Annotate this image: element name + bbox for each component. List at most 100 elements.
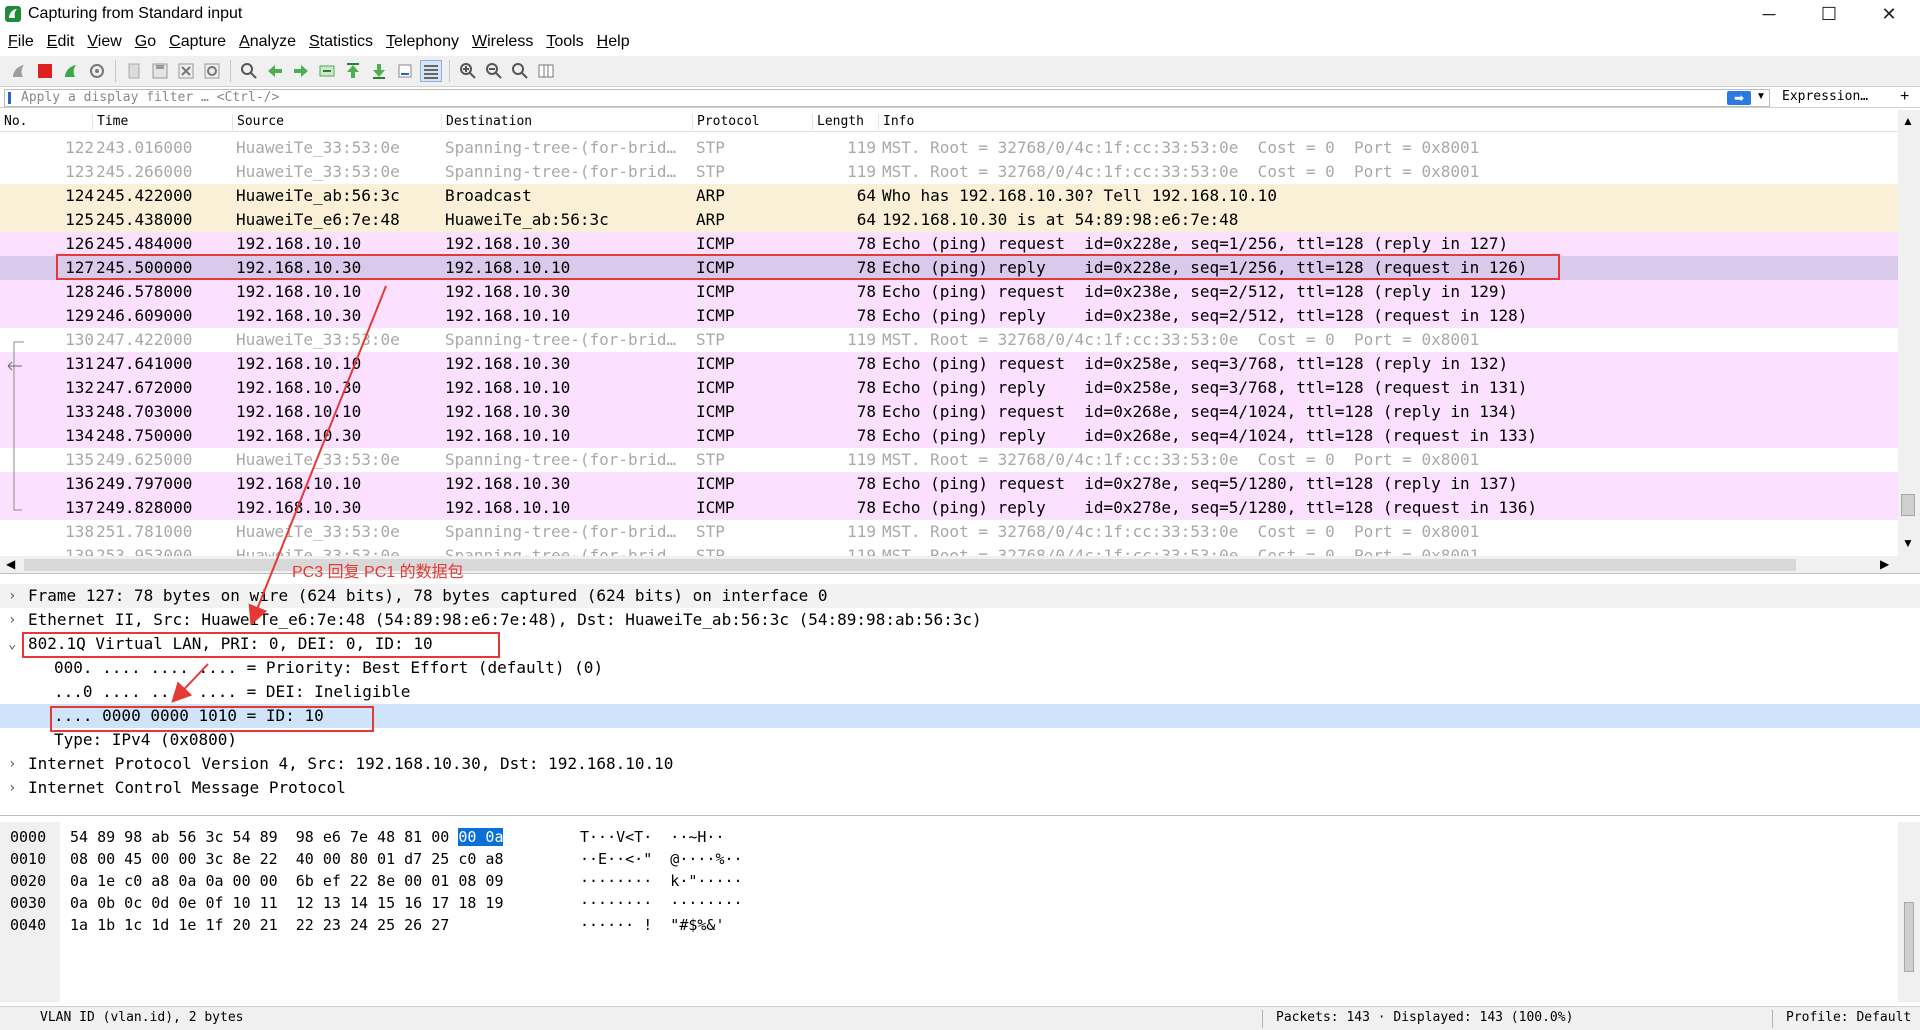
hex-ascii[interactable]: T···V<T· ··~H··	[580, 826, 725, 848]
close-button[interactable]: ✕	[1860, 0, 1918, 28]
hex-ascii[interactable]: ··E··<·" @····%··	[580, 848, 743, 870]
display-filter-input[interactable]: Apply a display filter … <Ctrl-/>	[4, 89, 1770, 107]
hex-row[interactable]: 0010 08 00 45 00 00 3c 8e 22 40 00 80 01 …	[0, 848, 1880, 870]
apply-filter-button[interactable]: ➡	[1727, 91, 1751, 105]
chevron-right-icon[interactable]: ›	[8, 584, 16, 608]
packet-row[interactable]: 132 247.672000 192.168.10.30 192.168.10.10 I…	[0, 376, 1898, 400]
chevron-down-icon[interactable]: ⌄	[8, 632, 16, 656]
menu-edit[interactable]: Edit	[47, 33, 75, 51]
packet-row[interactable]: 124 245.422000 HuaweiTe_ab:56:3c Broadcast A…	[0, 184, 1898, 208]
bytes-pane-scrollbar[interactable]	[1898, 822, 1920, 1002]
packet-row[interactable]: 134 248.750000 192.168.10.30 192.168.10.10 I…	[0, 424, 1898, 448]
packet-row[interactable]: 131 247.641000 192.168.10.10 192.168.10.30 I…	[0, 352, 1898, 376]
packet-row[interactable]: 138 251.781000 HuaweiTe_33:53:0e Spanning-t…	[0, 520, 1898, 544]
packet-row[interactable]: 137 249.828000 192.168.10.30 192.168.10.10 I…	[0, 496, 1898, 520]
zoom-normal-icon[interactable]	[509, 60, 531, 82]
open-file-icon[interactable]	[123, 60, 145, 82]
expression-button[interactable]: Expression…	[1782, 89, 1868, 104]
scroll-down-icon[interactable]: ▼	[1902, 536, 1914, 550]
column-header-time[interactable]: Time	[92, 114, 128, 130]
chevron-right-icon[interactable]: ›	[8, 752, 16, 776]
menu-view[interactable]: View	[87, 33, 121, 51]
detail-tree-item[interactable]: › Internet Protocol Version 4, Src: 192.1…	[0, 752, 1920, 776]
hex-ascii[interactable]: ········ ········	[580, 892, 743, 914]
packet-row[interactable]: 126 245.484000 192.168.10.10 192.168.10.30 I…	[0, 232, 1898, 256]
column-header-length[interactable]: Length	[812, 114, 864, 130]
hex-bytes[interactable]: 0a 1e c0 a8 0a 0a 00 00 6b ef 22 8e 00 0…	[70, 870, 503, 892]
hex-bytes[interactable]: 0a 0b 0c 0d 0e 0f 10 11 12 13 14 15 16 1…	[70, 892, 503, 914]
close-file-icon[interactable]	[175, 60, 197, 82]
menu-help[interactable]: Help	[597, 33, 630, 51]
packet-row[interactable]: 133 248.703000 192.168.10.10 192.168.10.30 I…	[0, 400, 1898, 424]
chevron-right-icon[interactable]: ›	[8, 776, 16, 800]
packet-list-scrollbar[interactable]: ▲ ▼	[1898, 110, 1920, 573]
packet-row[interactable]: 136 249.797000 192.168.10.10 192.168.10.30 I…	[0, 472, 1898, 496]
hex-row[interactable]: 0000 54 89 98 ab 56 3c 54 89 98 e6 7e 48 …	[0, 826, 1880, 848]
detail-tree-item[interactable]: ...0 .... .... .... = DEI: Ineligible	[0, 680, 1920, 704]
menu-go[interactable]: Go	[135, 33, 156, 51]
go-back-icon[interactable]	[264, 60, 286, 82]
packet-row[interactable]: 123 245.266000 HuaweiTe_33:53:0e Spanning-t…	[0, 160, 1898, 184]
packet-cell-len: 64	[856, 186, 876, 205]
go-to-packet-icon[interactable]	[316, 60, 338, 82]
column-header-destination[interactable]: Destination	[441, 114, 532, 130]
resize-columns-icon[interactable]	[535, 60, 557, 82]
reload-icon[interactable]	[201, 60, 223, 82]
packet-row[interactable]: 128 246.578000 192.168.10.10 192.168.10.30 I…	[0, 280, 1898, 304]
filter-history-dropdown-icon[interactable]: ▼	[1756, 91, 1766, 102]
hex-ascii[interactable]: ········ k·"·····	[580, 870, 743, 892]
zoom-in-icon[interactable]	[457, 60, 479, 82]
maximize-button[interactable]: ☐	[1800, 0, 1858, 28]
scroll-left-icon[interactable]: ◀	[6, 557, 15, 571]
capture-options-icon[interactable]	[86, 60, 108, 82]
chevron-right-icon[interactable]: ›	[8, 608, 16, 632]
menu-statistics[interactable]: Statistics	[309, 33, 373, 51]
autoscroll-icon[interactable]	[394, 60, 416, 82]
shark-fin-start-icon[interactable]	[8, 60, 30, 82]
column-header-source[interactable]: Source	[232, 114, 284, 130]
hex-row[interactable]: 0030 0a 0b 0c 0d 0e 0f 10 11 12 13 14 15 …	[0, 892, 1880, 914]
hex-row[interactable]: 0020 0a 1e c0 a8 0a 0a 00 00 6b ef 22 8e …	[0, 870, 1880, 892]
filter-bookmark-icon[interactable]	[8, 92, 11, 104]
packet-list-hscrollbar[interactable]: ◀ ▶	[0, 556, 1898, 573]
zoom-out-icon[interactable]	[483, 60, 505, 82]
go-forward-icon[interactable]	[290, 60, 312, 82]
hex-ascii[interactable]: ······ ! "#$%&'	[580, 914, 725, 936]
column-header-protocol[interactable]: Protocol	[692, 114, 760, 130]
detail-tree-item[interactable]: › Frame 127: 78 bytes on wire (624 bits),…	[0, 584, 1920, 608]
packet-row[interactable]: 130 247.422000 HuaweiTe_33:53:0e Spanning-t…	[0, 328, 1898, 352]
menu-wireless[interactable]: Wireless	[472, 33, 533, 51]
hex-row[interactable]: 0040 1a 1b 1c 1d 1e 1f 20 21 22 23 24 25 …	[0, 914, 1880, 936]
stop-capture-icon[interactable]	[34, 60, 56, 82]
menu-capture[interactable]: Capture	[169, 33, 226, 51]
save-file-icon[interactable]	[149, 60, 171, 82]
scroll-up-icon[interactable]: ▲	[1902, 114, 1914, 128]
go-last-icon[interactable]	[368, 60, 390, 82]
add-filter-button[interactable]: +	[1900, 88, 1909, 106]
column-header-info[interactable]: Info	[878, 114, 914, 130]
restart-capture-icon[interactable]	[60, 60, 82, 82]
status-profile[interactable]: Profile: Default	[1786, 1007, 1911, 1029]
menu-tools[interactable]: Tools	[546, 33, 583, 51]
hex-bytes[interactable]: 08 00 45 00 00 3c 8e 22 40 00 80 01 d7 2…	[70, 848, 503, 870]
menu-file[interactable]: File	[8, 33, 34, 51]
scroll-right-icon[interactable]: ▶	[1880, 557, 1889, 571]
hex-bytes[interactable]: 54 89 98 ab 56 3c 54 89 98 e6 7e 48 81 0…	[70, 826, 504, 848]
detail-tree-item[interactable]: 000. .... .... .... = Priority: Best Eff…	[0, 656, 1920, 680]
go-first-icon[interactable]	[342, 60, 364, 82]
packet-row[interactable]: 125 245.438000 HuaweiTe_e6:7e:48 HuaweiTe_a…	[0, 208, 1898, 232]
hscrollbar-thumb[interactable]	[24, 559, 1796, 571]
scrollbar-thumb[interactable]	[1904, 902, 1914, 972]
colorize-icon[interactable]	[420, 60, 442, 82]
detail-tree-item[interactable]: › Internet Control Message Protocol	[0, 776, 1920, 800]
hex-bytes[interactable]: 1a 1b 1c 1d 1e 1f 20 21 22 23 24 25 26 2…	[70, 914, 449, 936]
menu-analyze[interactable]: Analyze	[239, 33, 296, 51]
find-packet-icon[interactable]	[238, 60, 260, 82]
packet-row[interactable]: 122 243.016000 HuaweiTe_33:53:0e Spanning-t…	[0, 136, 1898, 160]
packet-row[interactable]: 129 246.609000 192.168.10.30 192.168.10.10 I…	[0, 304, 1898, 328]
packet-row[interactable]: 135 249.625000 HuaweiTe_33:53:0e Spanning-t…	[0, 448, 1898, 472]
detail-tree-item[interactable]: › Ethernet II, Src: HuaweiTe_e6:7e:48 (54…	[0, 608, 1920, 632]
scrollbar-thumb[interactable]	[1901, 494, 1915, 516]
minimize-button[interactable]: ─	[1740, 0, 1798, 28]
menu-telephony[interactable]: Telephony	[386, 33, 459, 51]
